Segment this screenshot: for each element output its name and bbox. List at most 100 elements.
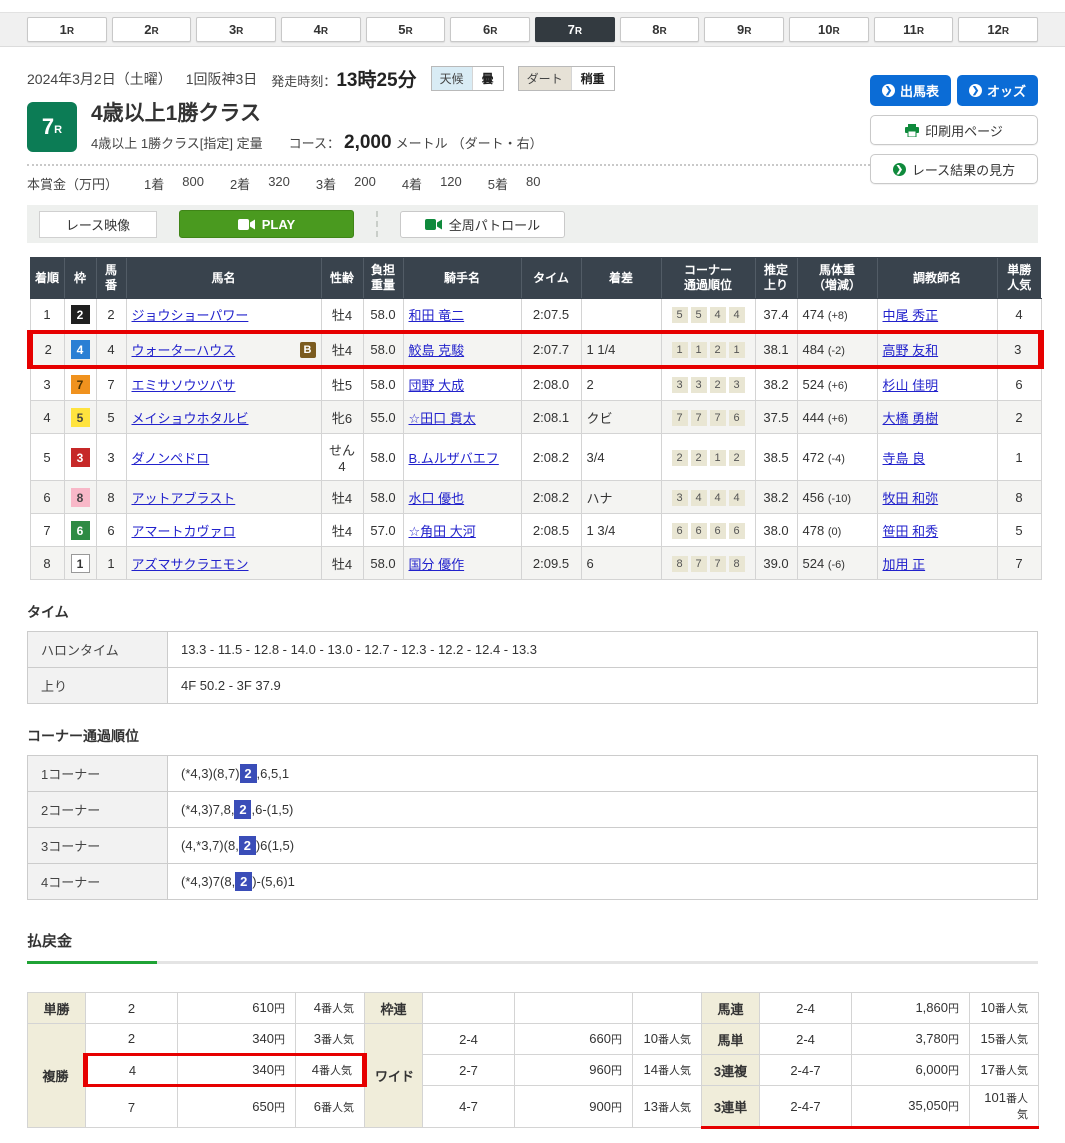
results-header-cell: 負担 重量 <box>363 258 403 299</box>
finish-position: 1 <box>30 299 64 333</box>
jockey-link[interactable]: 団野 大成 <box>409 378 465 393</box>
trainer-cell: 寺島 良 <box>877 434 997 481</box>
jockey-cell: 和田 竜二 <box>403 299 521 333</box>
trainer-link[interactable]: 中尾 秀正 <box>883 308 939 323</box>
sanrentan-popularity: 101番人気 <box>970 1086 1039 1128</box>
carried-weight: 58.0 <box>363 367 403 401</box>
race-tab[interactable]: 12R <box>958 17 1038 42</box>
horse-name-cell: メイショウホタルビ <box>126 401 321 434</box>
result-guide-button[interactable]: ❯ レース結果の見方 <box>870 154 1038 184</box>
race-video-button[interactable]: レース映像 <box>39 211 157 238</box>
sanrenpuku-number: 2-4-7 <box>760 1055 852 1086</box>
highlighted-horse-number: 2 <box>235 872 252 891</box>
race-tab[interactable]: 4R <box>281 17 361 42</box>
horse-name-cell: ウォーターハウス B <box>126 332 321 367</box>
trainer-link[interactable]: 杉山 佳明 <box>883 378 939 393</box>
race-tab[interactable]: 3R <box>196 17 276 42</box>
jockey-link[interactable]: 水口 優也 <box>409 491 465 506</box>
corner-row: 4コーナー (*4,3)7(8,2)-(5,6)1 <box>28 864 1038 900</box>
horse-name-link[interactable]: ジョウショーパワー <box>132 305 249 324</box>
jockey-cell: 鮫島 克駿 <box>403 332 521 367</box>
race-tab[interactable]: 7R <box>535 17 615 42</box>
last-3f-cell: 38.2 <box>755 481 797 514</box>
payout-row: 4 340円 4番人気 2-7 960円 14番人気 3連複 2-4-7 6,0… <box>28 1055 1039 1086</box>
jockey-link[interactable]: ☆角田 大河 <box>409 524 476 539</box>
wide-number: 2-7 <box>423 1055 515 1086</box>
finish-position: 4 <box>30 401 64 434</box>
last-3f-cell: 38.0 <box>755 514 797 547</box>
results-header-cell: 枠 <box>64 258 96 299</box>
results-table-wrap: 着順 枠 馬 番 馬名 性齢 負担 重量 騎手名 タイム <box>27 257 1038 580</box>
wide-amount: 960円 <box>515 1055 633 1086</box>
frame-cell: 8 <box>64 481 96 514</box>
trainer-link[interactable]: 高野 友和 <box>883 343 939 358</box>
trainer-link[interactable]: 寺島 良 <box>883 451 926 466</box>
race-tab[interactable]: 1R <box>27 17 107 42</box>
condition-value: 稍重 <box>571 67 614 90</box>
carried-weight: 58.0 <box>363 332 403 367</box>
race-tab[interactable]: 10R <box>789 17 869 42</box>
frame-number-box: 7 <box>71 375 90 394</box>
horse-name-link[interactable]: エミサソウツバサ <box>132 375 236 394</box>
results-header-cell: 馬名 <box>126 258 321 299</box>
result-row: 1 2 2 ジョウショーパワー 牡4 58.0 和田 竜二 2:07.5 <box>30 299 1041 333</box>
jockey-link[interactable]: 国分 優作 <box>409 557 465 572</box>
result-row: 4 5 5 メイショウホタルビ 牝6 55.0 ☆田口 貫太 2:08.1 <box>30 401 1041 434</box>
trainer-link[interactable]: 牧田 和弥 <box>883 491 939 506</box>
horse-number: 4 <box>96 332 126 367</box>
time-cell: 2:08.0 <box>521 367 581 401</box>
wakuren-amount <box>515 993 633 1024</box>
prize-item: 1着 800 <box>144 174 204 193</box>
race-result-page: 1R 2R 3R 4R 5R 6R <box>0 12 1065 1143</box>
horse-name-link[interactable]: ウォーターハウス <box>132 340 236 359</box>
horse-number: 6 <box>96 514 126 547</box>
horse-name-link[interactable]: アズマサクラエモン <box>132 554 249 573</box>
results-header-cell: 性齢 <box>321 258 363 299</box>
race-tab[interactable]: 11R <box>874 17 954 42</box>
result-row: 8 1 1 アズマサクラエモン 牡4 58.0 国分 優作 2:09.5 <box>30 547 1041 580</box>
course-distance: 2,000 <box>344 132 392 154</box>
trainer-link[interactable]: 加用 正 <box>883 557 926 572</box>
jockey-link[interactable]: ☆田口 貫太 <box>409 411 476 426</box>
horse-weight-cell: 474 (+8) <box>797 299 877 333</box>
highlighted-horse-number: 2 <box>234 800 251 819</box>
jockey-cell: B.ムルザバエフ <box>403 434 521 481</box>
race-tab[interactable]: 9R <box>704 17 784 42</box>
race-tab[interactable]: 8R <box>620 17 700 42</box>
horse-name-link[interactable]: ダノンペドロ <box>132 448 210 467</box>
horse-name-link[interactable]: アマートカヴァロ <box>132 521 236 540</box>
time-row-value: 13.3 - 11.5 - 12.8 - 14.0 - 13.0 - 12.7 … <box>168 632 1038 668</box>
odds-button[interactable]: ❯ オッズ <box>957 75 1038 106</box>
play-button[interactable]: PLAY <box>179 210 354 238</box>
race-tab[interactable]: 5R <box>366 17 446 42</box>
print-page-button[interactable]: 印刷用ページ <box>870 115 1038 145</box>
jockey-link[interactable]: B.ムルザバエフ <box>409 451 499 466</box>
jockey-link[interactable]: 鮫島 克駿 <box>409 343 465 358</box>
frame-number-box: 5 <box>71 408 90 427</box>
win-favorite-cell: 1 <box>997 434 1041 481</box>
patrol-video-button[interactable]: 全周パトロール <box>400 211 565 238</box>
prize-item: 2着 320 <box>230 174 290 193</box>
horse-weight-cell: 472 (-4) <box>797 434 877 481</box>
sanrenpuku-label: 3連複 <box>702 1055 760 1086</box>
margin-cell: 6 <box>581 547 661 580</box>
trainer-link[interactable]: 笹田 和秀 <box>883 524 939 539</box>
race-tab[interactable]: 2R <box>112 17 192 42</box>
trainer-cell: 杉山 佳明 <box>877 367 997 401</box>
corner-positions-cell: 8778 <box>661 547 755 580</box>
frame-cell: 1 <box>64 547 96 580</box>
jockey-link[interactable]: 和田 竜二 <box>409 308 465 323</box>
horse-name-link[interactable]: メイショウホタルビ <box>132 408 249 427</box>
fukusho-number: 2 <box>86 1024 178 1055</box>
race-tab[interactable]: 6R <box>450 17 530 42</box>
horse-number: 8 <box>96 481 126 514</box>
results-header-cell: 単勝 人気 <box>997 258 1041 299</box>
horse-name-link[interactable]: アットアブラスト <box>132 488 236 507</box>
horse-weight-cell: 524 (-6) <box>797 547 877 580</box>
corner-row-value: (*4,3)7(8,2)-(5,6)1 <box>168 864 1038 900</box>
entries-button[interactable]: ❯ 出馬表 <box>870 75 951 106</box>
payout-heading: 払戻金 <box>27 930 1038 951</box>
fukusho-label: 複勝 <box>28 1024 86 1128</box>
trainer-link[interactable]: 大橋 勇樹 <box>883 411 939 426</box>
weather-value: 曇 <box>472 67 503 90</box>
